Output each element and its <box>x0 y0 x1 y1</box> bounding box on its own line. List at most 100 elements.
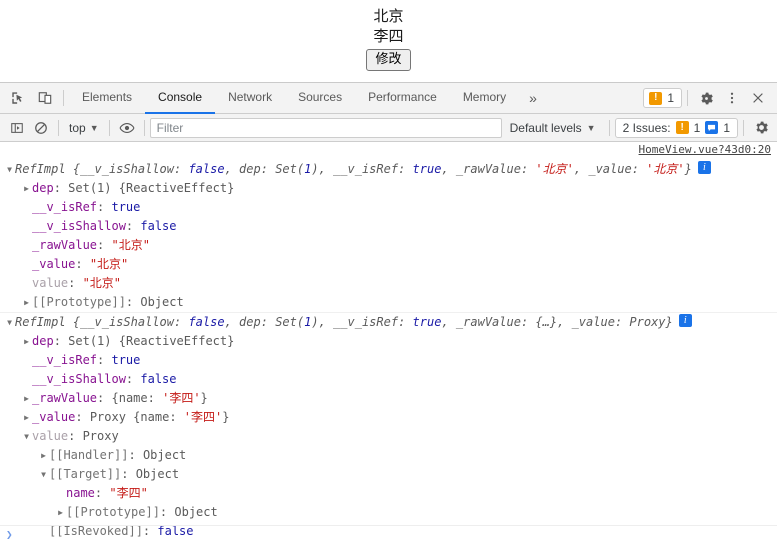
console-object-property: value: "北京" <box>0 274 777 293</box>
console-log-entry: ▼ RefImpl {__v_isShallow: false, dep: Set… <box>0 313 777 543</box>
issues-warning-count: 1 <box>693 120 701 135</box>
tab-network[interactable]: Network <box>215 83 285 114</box>
property-text: __v_isRef: true <box>32 200 141 214</box>
warning-icon: ! <box>649 91 663 105</box>
filter-input[interactable] <box>149 117 502 138</box>
property-text: _rawValue: {name: '李四'} <box>32 391 208 405</box>
execution-context-select[interactable]: top ▼ <box>64 121 104 135</box>
warning-count: 1 <box>667 91 674 105</box>
console-object-property[interactable]: ▶ _value: Proxy {name: '李四'} <box>0 408 777 427</box>
disclosure-triangle-icon[interactable]: ▶ <box>21 389 32 408</box>
console-log-entries: ▼ RefImpl {__v_isShallow: false, dep: Set… <box>0 160 777 543</box>
issues-label: 2 Issues: <box>622 120 671 135</box>
clear-console-icon[interactable] <box>29 117 53 139</box>
info-icon[interactable]: i <box>697 161 711 174</box>
property-text: _value: Proxy {name: '李四'} <box>32 410 230 424</box>
property-text: [[Prototype]]: Object <box>32 295 184 309</box>
property-text: name: "李四" <box>66 486 148 500</box>
page-text-name: 李四 <box>373 27 404 45</box>
property-text: __v_isShallow: false <box>32 219 177 233</box>
property-text: _value: "北京" <box>32 257 129 271</box>
disclosure-triangle-icon[interactable]: ▶ <box>21 179 32 198</box>
inspect-element-icon[interactable] <box>4 85 31 111</box>
tab-sources[interactable]: Sources <box>285 83 355 114</box>
property-text: [[Prototype]]: Object <box>66 505 218 519</box>
console-object-property[interactable]: ▶ dep: Set(1) {ReactiveEffect} <box>0 179 777 198</box>
issues-info-icon <box>705 121 719 134</box>
console-entry-preview: RefImpl {__v_isShallow: false, dep: Set(… <box>15 162 692 176</box>
console-prompt[interactable]: ❯ <box>0 525 777 543</box>
property-text: value: Proxy <box>32 429 119 443</box>
issues-chip[interactable]: 2 Issues: ! 1 1 <box>614 117 738 138</box>
property-text: [[Handler]]: Object <box>49 448 187 462</box>
toolbar-divider-2 <box>687 90 688 106</box>
chevron-down-icon: ▼ <box>89 122 99 133</box>
tab-console[interactable]: Console <box>145 83 216 114</box>
log-levels-label: Default levels <box>509 120 582 135</box>
gear-icon[interactable] <box>693 85 719 111</box>
console-object-property: __v_isRef: true <box>0 351 777 370</box>
issues-info-count: 1 <box>723 120 730 135</box>
prompt-caret-icon: ❯ <box>6 528 13 541</box>
disclosure-triangle-icon[interactable]: ▶ <box>21 293 32 312</box>
console-object-property[interactable]: ▶[[Prototype]]: Object <box>0 503 777 522</box>
edit-button[interactable]: 修改 <box>366 49 411 71</box>
more-options-icon[interactable] <box>719 85 745 111</box>
console-object-property[interactable]: ▶[[Prototype]]: Object <box>0 293 777 312</box>
property-text: __v_isRef: true <box>32 353 141 367</box>
property-text: [[Target]]: Object <box>49 467 180 481</box>
filterbar-divider-2 <box>108 119 110 136</box>
devtools-panel: Elements Console Network Sources Perform… <box>0 82 777 543</box>
source-link[interactable]: HomeView.vue?43d0:20 <box>639 143 771 156</box>
disclosure-triangle-icon[interactable]: ▶ <box>38 446 49 465</box>
info-icon[interactable]: i <box>678 314 692 327</box>
disclosure-triangle-icon[interactable]: ▼ <box>21 427 32 446</box>
disclosure-triangle-icon[interactable]: ▼ <box>4 313 15 332</box>
property-text: dep: Set(1) {ReactiveEffect} <box>32 334 235 348</box>
toolbar-divider <box>63 90 64 106</box>
console-settings-gear-icon[interactable] <box>749 117 773 139</box>
console-entry-header[interactable]: ▼ RefImpl {__v_isShallow: false, dep: Set… <box>0 313 777 332</box>
filterbar-divider-1 <box>58 119 59 136</box>
filterbar-divider-4 <box>608 119 610 136</box>
console-object-property: _rawValue: "北京" <box>0 236 777 255</box>
property-text: __v_isShallow: false <box>32 372 177 386</box>
tab-performance[interactable]: Performance <box>355 83 450 114</box>
tab-elements[interactable]: Elements <box>69 83 145 114</box>
console-object-property[interactable]: ▶ dep: Set(1) {ReactiveEffect} <box>0 332 777 351</box>
console-log-entry: ▼ RefImpl {__v_isShallow: false, dep: Set… <box>0 160 777 313</box>
console-object-property[interactable]: ▶ [[Handler]]: Object <box>0 446 777 465</box>
console-output[interactable]: HomeView.vue?43d0:20 ▼ RefImpl {__v_isSha… <box>0 142 777 543</box>
more-tabs-icon[interactable]: » <box>519 83 547 114</box>
console-filter-bar: top ▼ Default levels ▼ 2 Issues: ! 1 1 <box>0 114 777 142</box>
log-levels-select[interactable]: Default levels ▼ <box>502 121 604 135</box>
tab-memory[interactable]: Memory <box>450 83 519 114</box>
console-sidebar-icon[interactable] <box>5 117 29 139</box>
disclosure-triangle-icon[interactable]: ▼ <box>4 160 15 179</box>
disclosure-triangle-icon[interactable]: ▶ <box>55 503 66 522</box>
console-object-property[interactable]: ▶ _rawValue: {name: '李四'} <box>0 389 777 408</box>
console-object-property: __v_isShallow: false <box>0 217 777 236</box>
console-entry-header[interactable]: ▼ RefImpl {__v_isShallow: false, dep: Set… <box>0 160 777 179</box>
page-text-city: 北京 <box>373 7 404 25</box>
live-expression-eye-icon[interactable] <box>115 117 139 139</box>
issues-warning-icon: ! <box>675 121 689 134</box>
property-text: value: "北京" <box>32 276 122 290</box>
chevron-down-icon-levels: ▼ <box>586 122 596 133</box>
execution-context-label: top <box>69 120 86 135</box>
console-object-property: __v_isShallow: false <box>0 370 777 389</box>
filterbar-divider-3 <box>143 119 145 136</box>
warning-count-chip[interactable]: ! 1 <box>643 88 682 108</box>
disclosure-triangle-icon[interactable]: ▶ <box>21 408 32 427</box>
console-object-property: __v_isRef: true <box>0 198 777 217</box>
device-toolbar-icon[interactable] <box>31 85 58 111</box>
property-text: dep: Set(1) {ReactiveEffect} <box>32 181 235 195</box>
property-text: _rawValue: "北京" <box>32 238 150 252</box>
disclosure-triangle-icon[interactable]: ▶ <box>21 332 32 351</box>
close-icon[interactable] <box>745 85 771 111</box>
disclosure-triangle-icon[interactable]: ▼ <box>38 465 49 484</box>
console-object-property[interactable]: ▼ [[Target]]: Object <box>0 465 777 484</box>
console-object-property: name: "李四" <box>0 484 777 503</box>
console-object-property[interactable]: ▼ value: Proxy <box>0 427 777 446</box>
console-object-property: _value: "北京" <box>0 255 777 274</box>
